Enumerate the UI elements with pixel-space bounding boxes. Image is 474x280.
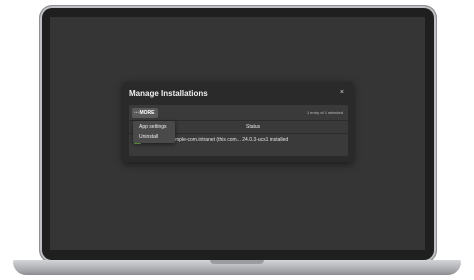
- more-button[interactable]: ⋯ MORE: [132, 108, 158, 118]
- laptop-notch: [210, 260, 264, 264]
- more-button-label: MORE: [139, 110, 155, 116]
- dialog-title: Manage Installations: [129, 89, 208, 98]
- menu-item-uninstall[interactable]: Uninstall: [139, 134, 158, 140]
- more-dropdown-menu: App settings Uninstall: [133, 121, 175, 143]
- column-header-status[interactable]: Status: [246, 124, 260, 130]
- grid-toolbar: ⋯ MORE 1 entry of 1 selected: [129, 105, 348, 121]
- selection-info: 1 entry of 1 selected: [306, 110, 343, 115]
- more-dots-icon: ⋯: [134, 110, 139, 116]
- row-status: installed: [269, 137, 289, 143]
- menu-item-app-settings[interactable]: App settings: [139, 124, 167, 130]
- row-version: 24.0.3-ucs1: [242, 137, 269, 143]
- close-icon[interactable]: ×: [340, 89, 344, 96]
